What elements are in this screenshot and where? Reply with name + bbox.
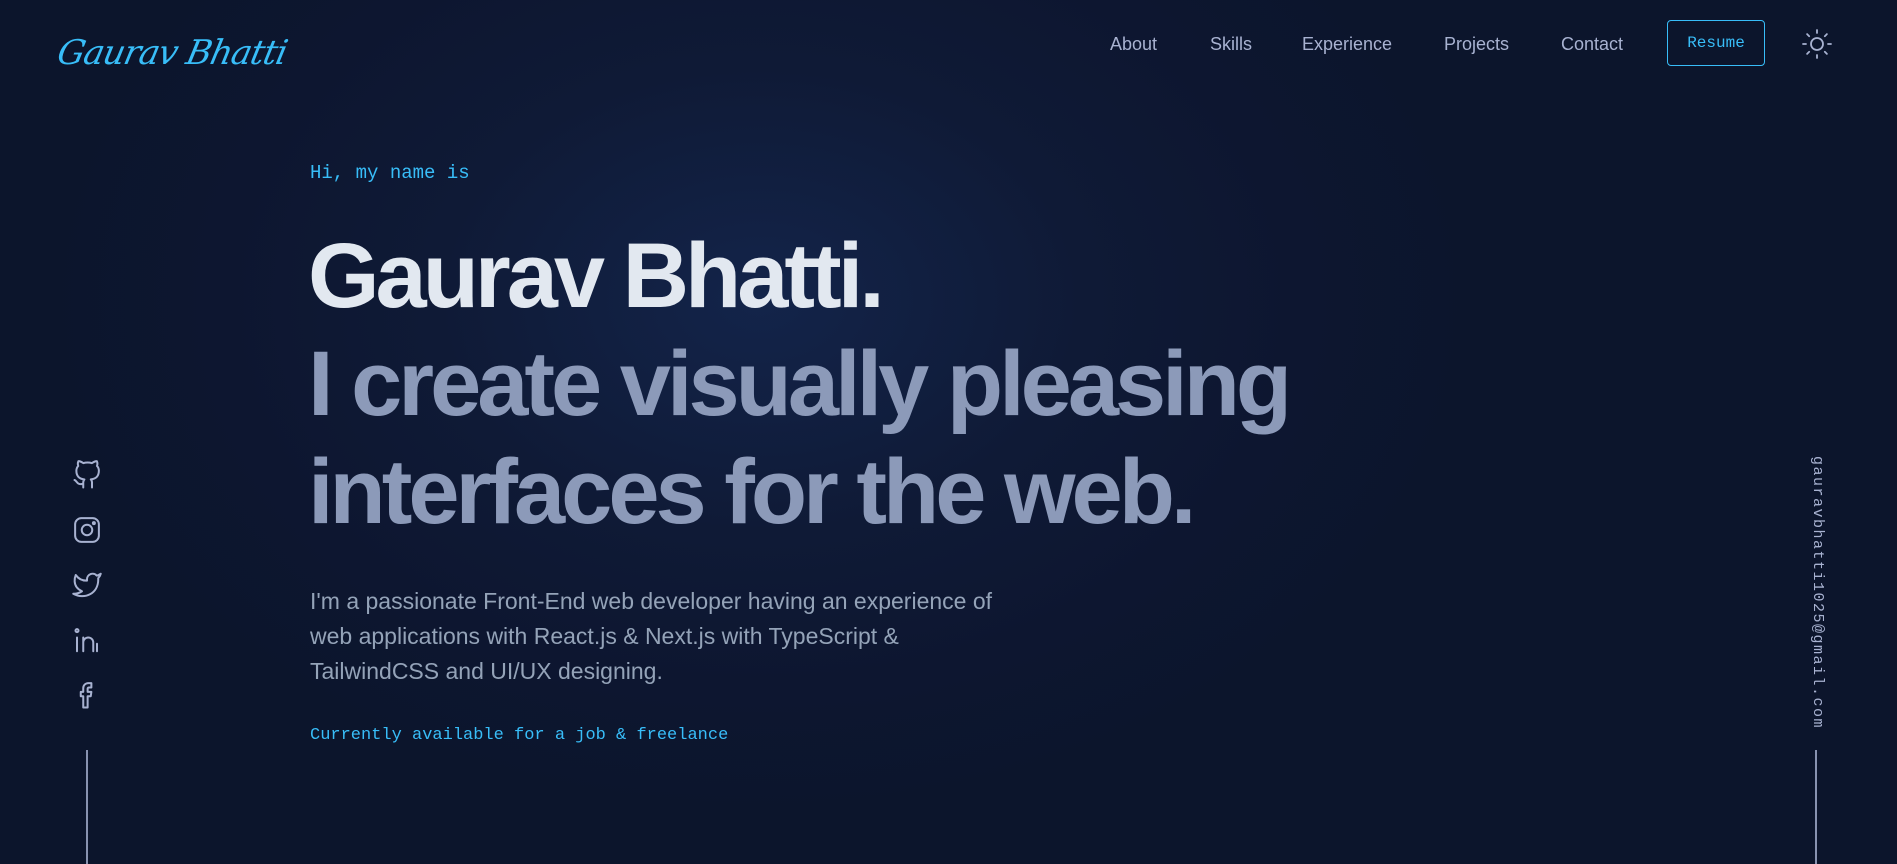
facebook-icon — [79, 682, 93, 709]
linkedin-icon — [74, 628, 98, 653]
hero-tagline: I create visually pleasing interfaces fo… — [308, 333, 1292, 543]
site-header: Gaurav Bhatti About Skills Experience Pr… — [0, 0, 1897, 86]
hero-description: I'm a passionate Front-End web developer… — [310, 588, 993, 684]
instagram-link[interactable] — [72, 515, 104, 547]
facebook-link[interactable] — [72, 680, 104, 712]
resume-button[interactable]: Resume — [1667, 20, 1765, 66]
hero-name: Gaurav Bhatti. — [308, 225, 885, 327]
instagram-icon — [74, 517, 100, 543]
hero-greeting: Hi, my name is — [310, 162, 470, 184]
github-link[interactable] — [72, 460, 104, 492]
left-rail-line — [86, 750, 88, 864]
sun-icon — [1802, 29, 1832, 59]
resume-button-label: Resume — [1687, 34, 1745, 52]
nav-link-projects[interactable]: Projects — [1444, 30, 1509, 58]
twitter-icon — [72, 572, 102, 598]
github-icon — [73, 460, 100, 489]
theme-toggle-button[interactable] — [1801, 28, 1833, 60]
right-rail-line — [1815, 750, 1817, 864]
nav-link-about[interactable]: About — [1110, 30, 1157, 58]
nav-link-skills[interactable]: Skills — [1210, 30, 1252, 58]
logo[interactable]: Gaurav Bhatti — [53, 28, 291, 78]
availability-status: Currently available for a job & freelanc… — [310, 726, 729, 745]
nav-link-contact[interactable]: Contact — [1561, 30, 1623, 58]
twitter-link[interactable] — [72, 570, 104, 602]
nav-link-experience[interactable]: Experience — [1302, 30, 1392, 58]
email-link[interactable]: gauravbhatti1025@gmail.com — [1806, 456, 1826, 729]
linkedin-link[interactable] — [72, 625, 104, 657]
